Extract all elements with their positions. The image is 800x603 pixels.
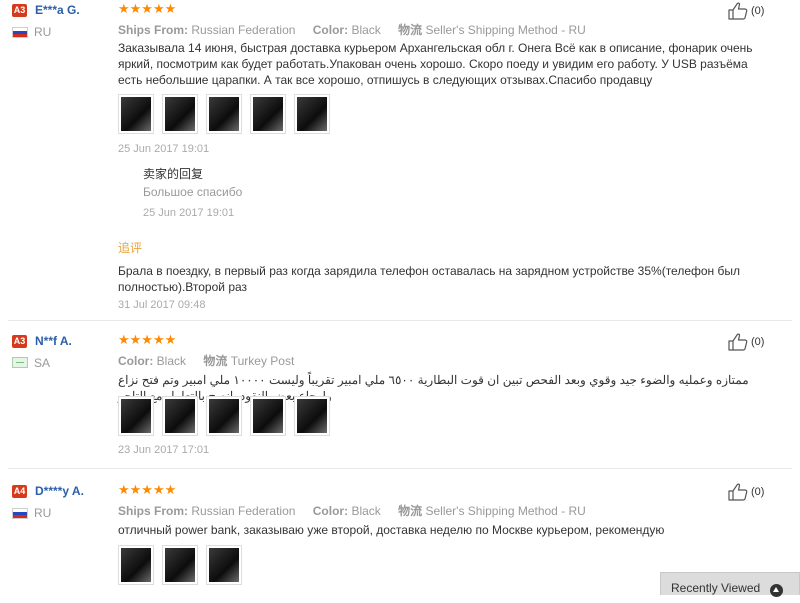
color-value: Black [156,354,187,368]
review-photo[interactable] [118,396,154,436]
shipping-label: 物流 [398,23,423,37]
review-date: 23 Jun 2017 17:01 [118,444,210,456]
thumbs-up-icon [728,2,748,20]
order-info: Ships From: Russian Federation Color: Bl… [118,21,600,38]
review-photo[interactable] [206,396,242,436]
shipping-value: Turkey Post [230,354,295,368]
review-text: Заказывала 14 июня, быстрая доставка кур… [118,41,753,87]
reviewer-country: RU [34,506,52,520]
order-info: Color: Black 物流 Turkey Post [118,352,308,369]
color-label: Color: [312,23,349,37]
rating-stars: ★★★★★ [118,482,177,497]
ships-from-value: Russian Federation [191,504,296,518]
reviewer-name[interactable]: E***a G. [35,3,80,17]
shipping-value: Seller's Shipping Method - RU [425,504,586,518]
review-photo[interactable] [118,94,154,134]
seller-reply-title: 卖家的回复 [143,167,204,181]
review-divider [8,320,792,321]
review-photo[interactable] [162,94,198,134]
color-value: Black [351,504,381,518]
helpful-button[interactable]: (0) [728,333,764,351]
reviewer-name[interactable]: N**f A. [35,334,72,348]
review-photo[interactable] [250,396,286,436]
review-photos [118,545,242,585]
buyer-level-badge: A3 [12,335,27,348]
ships-from-label: Ships From: [118,504,189,518]
color-value: Black [351,23,381,37]
review-photo[interactable] [206,94,242,134]
seller-reply-text: Большое спасибо [143,185,243,199]
shipping-label: 物流 [398,504,423,518]
flag-ru-icon [12,27,28,38]
helpful-count: (0) [751,486,765,498]
ships-from-label: Ships From: [118,23,189,37]
rating-stars: ★★★★★ [118,1,177,16]
order-info: Ships From: Russian Federation Color: Bl… [118,502,600,519]
review-photo[interactable] [294,396,330,436]
flag-ru-icon [12,508,28,519]
seller-reply-date: 25 Jun 2017 19:01 [143,207,235,219]
review-date: 25 Jun 2017 19:01 [118,143,210,155]
recently-viewed-tab[interactable]: Recently Viewed [660,572,800,597]
review-photo[interactable] [162,396,198,436]
review-photo[interactable] [118,545,154,585]
thumbs-up-icon [728,333,748,351]
shipping-value: Seller's Shipping Method - RU [425,23,586,37]
color-label: Color: [118,354,154,368]
reviewer-name[interactable]: D****y A. [35,484,84,498]
helpful-count: (0) [751,336,765,348]
helpful-button[interactable]: (0) [728,483,764,501]
ships-from-value: Russian Federation [191,23,296,37]
flag-sa-icon [12,357,28,368]
thumbs-up-icon [728,483,748,501]
shipping-label: 物流 [203,354,228,368]
additional-feedback-date: 31 Jul 2017 09:48 [118,299,206,311]
review-photo[interactable] [206,545,242,585]
chevron-up-icon [770,584,783,597]
review-divider [8,468,792,469]
review-photos [118,94,330,134]
buyer-level-badge: A4 [12,485,27,498]
review-photo[interactable] [250,94,286,134]
reviewer-country: RU [34,25,52,39]
rating-stars: ★★★★★ [118,332,177,347]
review-photo[interactable] [162,545,198,585]
color-label: Color: [312,504,349,518]
additional-feedback-text: Брала в поездку, в первый раз когда заря… [118,264,741,294]
reviewer-country: SA [34,356,51,370]
review-photo[interactable] [294,94,330,134]
additional-feedback-title: 追评 [118,241,143,255]
helpful-button[interactable]: (0) [728,2,764,20]
buyer-level-badge: A3 [12,4,27,17]
review-text: отличный power bank, заказываю уже второ… [118,523,665,537]
helpful-count: (0) [751,5,765,17]
recently-viewed-label: Recently Viewed [671,581,761,595]
review-photos [118,396,330,436]
